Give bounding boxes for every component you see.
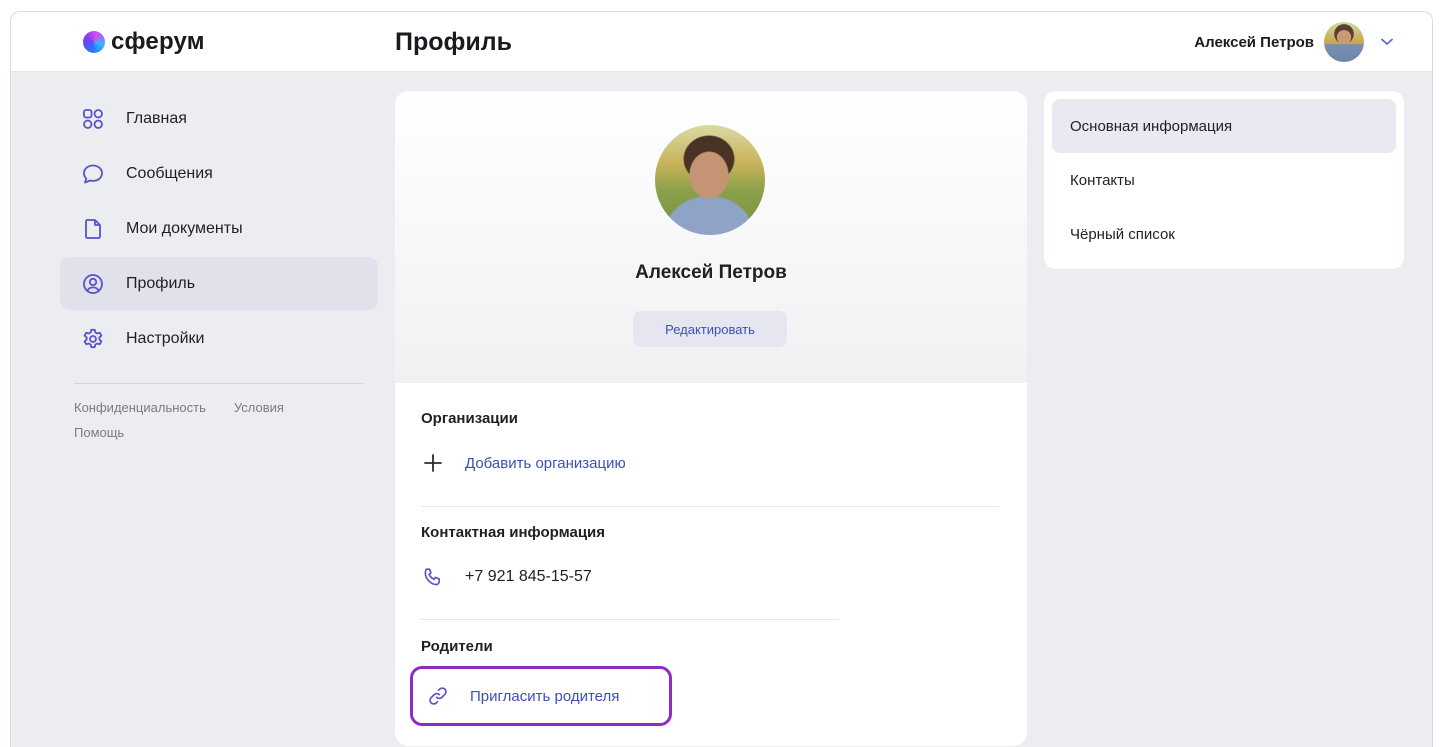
document-icon [80,216,106,242]
link-icon [426,684,450,708]
divider [421,619,839,620]
parents-section: Родители [421,638,493,655]
phone-row[interactable]: +7 921 845-15-57 [421,565,605,589]
footer-links: Конфиденциальность Условия Помощь [60,384,360,440]
page-title: Профиль [395,28,513,56]
chevron-down-icon[interactable] [1380,35,1394,49]
add-organization-label: Добавить организацию [465,454,626,472]
divider [421,506,999,507]
organizations-title: Организации [421,410,518,427]
sidebar-item-label: Настройки [126,329,205,347]
invite-parent-button[interactable]: Пригласить родителя [410,666,672,726]
add-organization-button[interactable]: Добавить организацию [421,451,626,475]
menu-item-basic-info[interactable]: Основная информация [1052,99,1396,153]
invite-parent-label: Пригласить родителя [470,687,620,705]
user-name: Алексей Петров [1194,33,1314,51]
sidebar-item-profile[interactable]: Профиль [60,257,378,310]
profile-card: Алексей Петров Редактировать Организации… [395,91,1027,746]
sidebar-item-messages[interactable]: Сообщения [60,147,378,200]
chat-bubble-icon [80,161,106,187]
logo[interactable]: сферум [83,28,205,56]
sidebar-item-label: Профиль [126,274,196,292]
sidebar-item-home[interactable]: Главная [60,92,378,145]
user-menu[interactable]: Алексей Петров [1194,22,1394,62]
profile-sections-menu: Основная информация Контакты Чёрный спис… [1044,91,1404,269]
menu-item-contacts[interactable]: Контакты [1052,153,1396,207]
sidebar-item-documents[interactable]: Мои документы [60,202,378,255]
help-link[interactable]: Помощь [74,425,124,440]
organizations-section: Организации Добавить организацию [421,410,626,475]
logo-icon [83,31,105,53]
parents-title: Родители [421,638,493,655]
sidebar: Главная Сообщения Мои документы Профиль … [60,92,378,440]
top-bar: сферум Профиль Алексей Петров [11,12,1432,72]
sidebar-item-label: Главная [126,109,187,127]
contacts-title: Контактная информация [421,524,606,541]
gear-icon [80,326,106,352]
edit-profile-button[interactable]: Редактировать [633,311,787,347]
sidebar-item-settings[interactable]: Настройки [60,312,378,365]
sidebar-item-label: Мои документы [126,219,243,237]
avatar [1324,22,1364,62]
grid-icon [80,106,106,132]
sidebar-item-label: Сообщения [126,164,213,182]
profile-name: Алексей Петров [635,262,787,283]
privacy-link[interactable]: Конфиденциальность [74,400,206,415]
logo-text: сферум [111,28,205,55]
plus-icon [421,451,445,475]
app-window: сферум Профиль Алексей Петров Главная Со… [10,11,1433,747]
profile-avatar[interactable] [655,125,765,235]
menu-item-blacklist[interactable]: Чёрный список [1052,207,1396,261]
phone-icon [421,565,445,589]
terms-link[interactable]: Условия [234,400,284,415]
user-circle-icon [80,271,106,297]
profile-header: Алексей Петров Редактировать [395,91,1027,383]
contacts-section: Контактная информация +7 921 845-15-57 [421,524,605,589]
phone-number: +7 921 845-15-57 [465,568,592,585]
